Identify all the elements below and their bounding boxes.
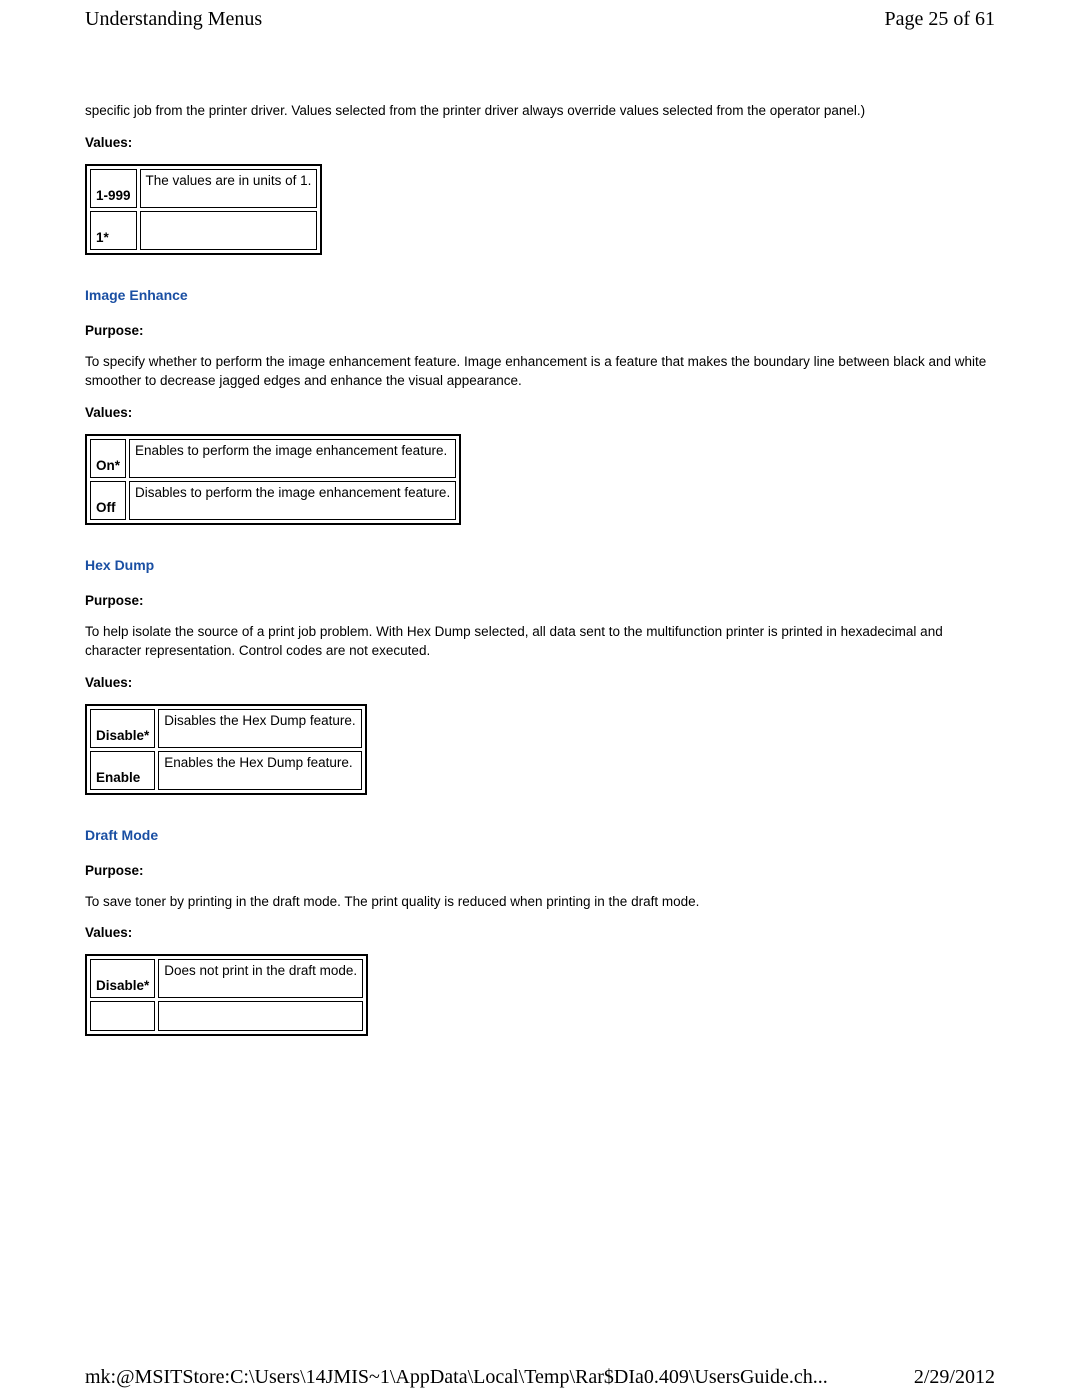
image-enhance-purpose: To specify whether to perform the image …: [85, 352, 995, 391]
image-enhance-heading: Image Enhance: [85, 287, 995, 303]
intro-paragraph: specific job from the printer driver. Va…: [85, 101, 995, 121]
image-enhance-values-table: On* Enables to perform the image enhance…: [85, 434, 461, 525]
table-row: 1-999 The values are in units of 1.: [90, 169, 317, 208]
page-content: specific job from the printer driver. Va…: [85, 31, 995, 1036]
hex-dump-heading: Hex Dump: [85, 557, 995, 573]
table-row: [90, 1001, 363, 1031]
footer-date: 2/29/2012: [914, 1366, 995, 1389]
page-number: Page 25 of 61: [884, 8, 995, 31]
table-row: Off Disables to perform the image enhanc…: [90, 481, 456, 520]
purpose-label: Purpose:: [85, 863, 995, 878]
value-key: Enable: [90, 751, 155, 790]
page-header: Understanding Menus Page 25 of 61: [85, 0, 995, 31]
value-description: Does not print in the draft mode.: [158, 959, 363, 998]
purpose-label: Purpose:: [85, 593, 995, 608]
values-label: Values:: [85, 925, 995, 940]
table-row: Disable* Disables the Hex Dump feature.: [90, 709, 362, 748]
value-description: The values are in units of 1.: [140, 169, 318, 208]
value-key: Disable*: [90, 709, 155, 748]
value-key: Off: [90, 481, 126, 520]
table-row: Enable Enables the Hex Dump feature.: [90, 751, 362, 790]
value-key: On*: [90, 439, 126, 478]
value-key: 1*: [90, 211, 137, 250]
table-row: 1*: [90, 211, 317, 250]
doc-title: Understanding Menus: [85, 8, 262, 31]
table-row: On* Enables to perform the image enhance…: [90, 439, 456, 478]
value-description: [140, 211, 318, 250]
draft-mode-purpose: To save toner by printing in the draft m…: [85, 892, 995, 912]
hex-dump-purpose: To help isolate the source of a print jo…: [85, 622, 995, 661]
table-row: Disable* Does not print in the draft mod…: [90, 959, 363, 998]
value-key: [90, 1001, 155, 1031]
page-footer: mk:@MSITStore:C:\Users\14JMIS~1\AppData\…: [85, 1366, 995, 1389]
hex-dump-values-table: Disable* Disables the Hex Dump feature. …: [85, 704, 367, 795]
draft-mode-values-table: Disable* Does not print in the draft mod…: [85, 954, 368, 1036]
value-key: 1-999: [90, 169, 137, 208]
value-description: Disables the Hex Dump feature.: [158, 709, 361, 748]
purpose-label: Purpose:: [85, 323, 995, 338]
draft-mode-heading: Draft Mode: [85, 827, 995, 843]
value-description: Enables to perform the image enhancement…: [129, 439, 456, 478]
values-label: Values:: [85, 405, 995, 420]
quantity-values-table: 1-999 The values are in units of 1. 1*: [85, 164, 322, 255]
value-description: [158, 1001, 363, 1031]
footer-path: mk:@MSITStore:C:\Users\14JMIS~1\AppData\…: [85, 1366, 828, 1389]
value-key: Disable*: [90, 959, 155, 998]
values-label: Values:: [85, 675, 995, 690]
value-description: Disables to perform the image enhancemen…: [129, 481, 456, 520]
values-label: Values:: [85, 135, 995, 150]
value-description: Enables the Hex Dump feature.: [158, 751, 361, 790]
